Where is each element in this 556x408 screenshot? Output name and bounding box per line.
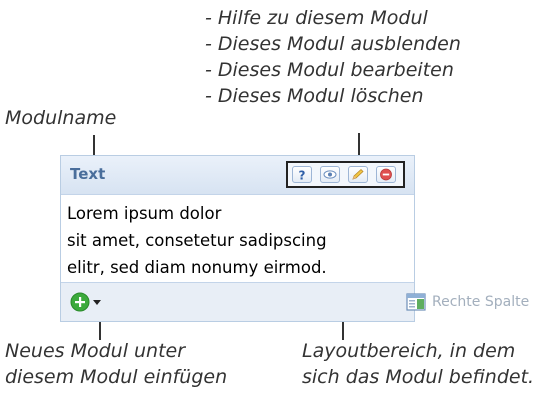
layout-area-callout-line-1: Layoutbereich, in dem xyxy=(302,340,516,362)
layout-area-leader-line xyxy=(342,322,344,340)
layout-column-icon xyxy=(406,293,426,311)
module-footer: Rechte Spalte xyxy=(61,282,529,321)
add-module-callout-line-1: Neues Modul unter xyxy=(5,340,186,362)
callout-hide-line: - Dieses Modul ausblenden xyxy=(205,33,461,55)
layout-area-label: Rechte Spalte xyxy=(432,294,530,310)
content-line-3: elitr, sed diam nonumy eirmod. xyxy=(67,258,327,277)
hide-button[interactable] xyxy=(320,166,340,183)
delete-icon xyxy=(380,168,392,181)
actions-callout: - Hilfe zu diesem Modul - Dieses Modul a… xyxy=(205,5,461,109)
pencil-icon xyxy=(352,168,364,180)
svg-text:?: ? xyxy=(299,169,306,183)
module-name-callout: Modulname xyxy=(5,107,117,129)
add-icon xyxy=(70,292,101,312)
add-module-callout-line-2: diesem Modul einfügen xyxy=(5,366,228,388)
chevron-down-icon xyxy=(93,300,101,305)
help-icon: ? xyxy=(299,169,306,183)
eye-icon xyxy=(323,170,337,179)
delete-button[interactable] xyxy=(376,166,396,183)
module-content: Lorem ipsum dolor sit amet, consetetur s… xyxy=(67,200,327,281)
module-header: Text ? xyxy=(61,156,414,195)
text-module: Text ? Lorem ipsum dolor sit amet, conse… xyxy=(60,155,529,322)
callout-edit-line: - Dieses Modul bearbeiten xyxy=(205,59,454,81)
add-module-leader-line xyxy=(99,322,101,340)
content-line-2: sit amet, consetetur sadipscing xyxy=(67,231,327,250)
edit-button[interactable] xyxy=(348,166,368,183)
content-line-1: Lorem ipsum dolor xyxy=(67,204,222,223)
module-action-icons: ? xyxy=(286,161,405,188)
layout-area-callout: Layoutbereich, in dem sich das Modul bef… xyxy=(302,338,534,390)
module-title: Text xyxy=(70,165,106,183)
layout-area-callout-line-2: sich das Modul befindet. xyxy=(302,366,535,388)
callout-delete-line: - Dieses Modul löschen xyxy=(205,85,424,107)
add-module-button[interactable] xyxy=(69,290,109,314)
callout-help-line: - Hilfe zu diesem Modul xyxy=(205,7,428,29)
add-module-callout: Neues Modul unter diesem Modul einfügen xyxy=(5,338,227,390)
help-button[interactable]: ? xyxy=(292,166,312,183)
